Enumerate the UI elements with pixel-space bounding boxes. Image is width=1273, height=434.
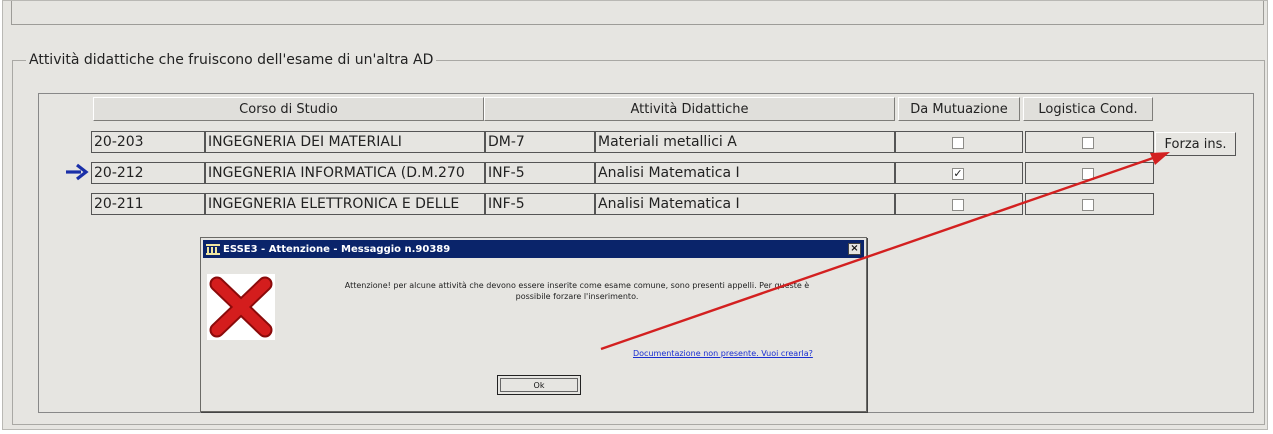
upper-panel <box>11 1 1264 25</box>
error-x-icon <box>207 274 275 340</box>
logistica-checkbox[interactable] <box>1082 168 1094 180</box>
app-logo-icon <box>206 243 220 255</box>
logistica-checkbox[interactable] <box>1082 199 1094 211</box>
course-name-field[interactable]: INGEGNERIA DEI MATERIALI <box>205 131 485 153</box>
mutuazione-cell: ✓ <box>895 162 1023 184</box>
course-name-field[interactable]: INGEGNERIA ELETTRONICA E DELLE <box>205 193 485 215</box>
ad-name-field[interactable]: Materiali metallici A <box>595 131 895 153</box>
course-code-field[interactable]: 20-203 <box>91 131 205 153</box>
dialog-message-line-1: Attenzione! per alcune attività che devo… <box>344 281 810 290</box>
mutuazione-checkbox[interactable]: ✓ <box>952 168 964 180</box>
course-name-field[interactable]: INGEGNERIA INFORMATICA (D.M.270 <box>205 162 485 184</box>
course-code-field[interactable]: 20-211 <box>91 193 205 215</box>
ok-button[interactable]: Ok <box>497 375 581 395</box>
dialog-titlebar[interactable]: ESSE3 - Attenzione - Messaggio n.90389 × <box>203 240 864 258</box>
table-row[interactable]: 20-212 INGEGNERIA INFORMATICA (D.M.270 I… <box>91 162 1154 184</box>
logistica-checkbox[interactable] <box>1082 137 1094 149</box>
header-corso-di-studio[interactable]: Corso di Studio <box>93 97 484 121</box>
mutuazione-cell <box>895 193 1023 215</box>
ad-name-field[interactable]: Analisi Matematica I <box>595 162 895 184</box>
attention-dialog: ESSE3 - Attenzione - Messaggio n.90389 ×… <box>200 237 867 412</box>
mutuazione-cell <box>895 131 1023 153</box>
ad-code-field[interactable]: INF-5 <box>485 162 595 184</box>
mutuazione-checkbox[interactable] <box>952 137 964 149</box>
course-code-field[interactable]: 20-212 <box>91 162 205 184</box>
logistica-cell <box>1025 162 1154 184</box>
section-title: Attività didattiche che fruiscono dell'e… <box>26 52 437 68</box>
dialog-title: ESSE3 - Attenzione - Messaggio n.90389 <box>223 243 451 255</box>
table-row[interactable]: 20-203 INGEGNERIA DEI MATERIALI DM-7 Mat… <box>91 131 1154 153</box>
ad-code-field[interactable]: INF-5 <box>485 193 595 215</box>
header-logistica-cond[interactable]: Logistica Cond. <box>1023 97 1153 121</box>
dialog-message-line-2: possibile forzare l'inserimento. <box>515 292 639 301</box>
mutuazione-checkbox[interactable] <box>952 199 964 211</box>
ad-name-field[interactable]: Analisi Matematica I <box>595 193 895 215</box>
logistica-cell <box>1025 131 1154 153</box>
logistica-cell <box>1025 193 1154 215</box>
close-icon[interactable]: × <box>848 243 861 255</box>
header-attivita-didattiche[interactable]: Attività Didattiche <box>484 97 895 121</box>
current-row-arrow-icon <box>66 163 89 181</box>
table-row[interactable]: 20-211 INGEGNERIA ELETTRONICA E DELLE IN… <box>91 193 1154 215</box>
dialog-message: Attenzione! per alcune attività che devo… <box>297 280 857 302</box>
ad-code-field[interactable]: DM-7 <box>485 131 595 153</box>
forza-inserimento-button[interactable]: Forza ins. <box>1155 132 1236 156</box>
create-documentation-link[interactable]: Documentazione non presente. Vuoi crearl… <box>633 349 813 358</box>
header-da-mutuazione[interactable]: Da Mutuazione <box>898 97 1020 121</box>
